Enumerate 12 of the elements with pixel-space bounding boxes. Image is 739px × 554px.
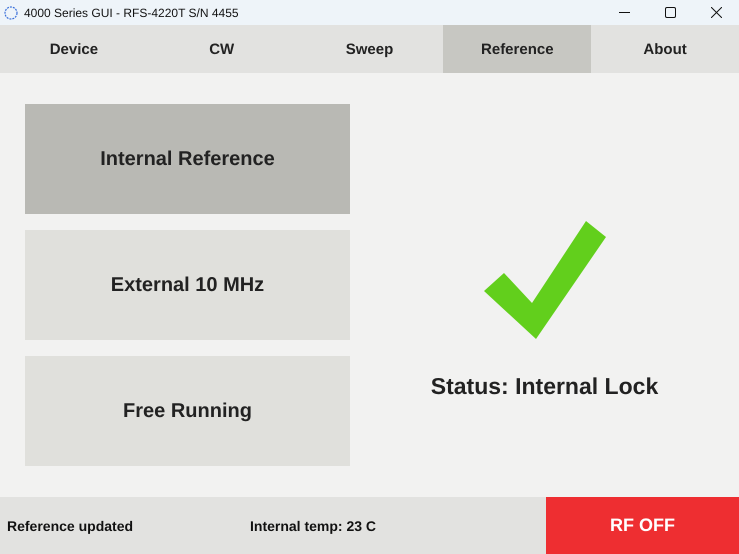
close-icon bbox=[710, 7, 722, 18]
rf-toggle-button[interactable]: RF OFF bbox=[546, 497, 739, 554]
reference-option-button[interactable]: External 10 MHz bbox=[25, 230, 350, 340]
temperature-reading: Internal temp: 23 C bbox=[250, 518, 378, 534]
maximize-icon bbox=[664, 7, 676, 18]
app-icon bbox=[4, 6, 18, 20]
status-text: Status: Internal Lock bbox=[430, 373, 658, 400]
reference-option-button[interactable]: Free Running bbox=[25, 356, 350, 466]
tab[interactable]: Reference bbox=[443, 25, 592, 73]
status-message: Reference updated bbox=[7, 518, 134, 534]
window-title: 4000 Series GUI - RFS-4220T S/N 4455 bbox=[24, 6, 240, 20]
reference-option-button[interactable]: Internal Reference bbox=[25, 104, 350, 214]
